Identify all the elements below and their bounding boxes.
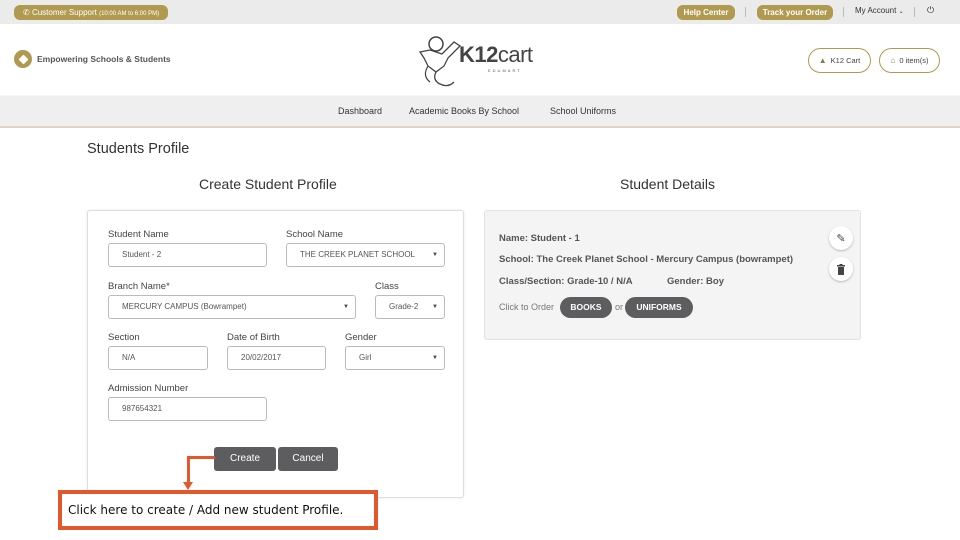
detail-school: School: The Creek Planet School - Mercur…	[499, 254, 794, 265]
support-hours: (10:00 AM to 6:00 PM)	[99, 11, 160, 17]
caret-down-icon: ▼	[432, 304, 438, 310]
chevron-down-icon: ⌄	[898, 9, 904, 15]
annotation-arrow-shaft	[187, 456, 190, 484]
page-title: Students Profile	[87, 141, 190, 157]
support-label: Customer Support	[31, 8, 97, 17]
annotation-callout: Click here to create / Add new student P…	[58, 490, 378, 530]
branch-name-label: Branch Name*	[108, 281, 170, 292]
my-account-label: My Account	[855, 6, 897, 15]
admission-number-value: 987654321	[122, 404, 163, 413]
section-label: Section	[108, 332, 140, 343]
track-order-button[interactable]: Track your Order	[757, 5, 833, 20]
user-icon: ▲	[818, 56, 827, 65]
school-name-value: THE CREEK PLANET SCHOOL	[300, 250, 415, 259]
top-bar: ✆ Customer Support (10:00 AM to 6:00 PM)…	[0, 0, 960, 24]
branch-name-select[interactable]: MERCURY CAMPUS (Bowrampet) ▼	[108, 295, 356, 319]
cart-items-label: 0 item(s)	[899, 56, 929, 65]
dob-input[interactable]: 20/02/2017	[227, 346, 326, 370]
branch-name-value: MERCURY CAMPUS (Bowrampet)	[122, 302, 247, 311]
logo-text-bold: K12	[459, 42, 498, 67]
caret-down-icon: ▼	[432, 252, 438, 258]
create-button[interactable]: Create	[214, 447, 276, 471]
school-name-select[interactable]: THE CREEK PLANET SCHOOL ▼	[286, 243, 445, 267]
student-name-value: Student - 2	[122, 250, 162, 259]
compass-icon	[14, 50, 32, 68]
divider	[914, 7, 915, 17]
caret-down-icon: ▼	[432, 355, 438, 361]
logo-text-light: cart	[497, 42, 533, 67]
annotation-arrow	[187, 456, 215, 459]
power-icon[interactable]: ⏻	[927, 5, 934, 16]
create-profile-title: Create Student Profile	[199, 176, 337, 192]
or-text: or	[615, 302, 624, 312]
k12-cart-account-button[interactable]: ▲ K12 Cart	[808, 48, 871, 73]
admission-number-label: Admission Number	[108, 383, 189, 394]
gender-select[interactable]: Girl ▼	[345, 346, 445, 370]
student-name-input[interactable]: Student - 2	[108, 243, 267, 267]
admission-number-input[interactable]: 987654321	[108, 397, 267, 421]
caret-down-icon: ▼	[343, 304, 349, 310]
divider	[843, 7, 844, 17]
trash-icon[interactable]	[829, 257, 853, 281]
gender-value: Girl	[359, 353, 372, 362]
help-center-button[interactable]: Help Center	[677, 5, 735, 20]
nav-academic-books[interactable]: Academic Books By School	[409, 106, 519, 116]
nav-school-uniforms[interactable]: School Uniforms	[550, 106, 616, 116]
section-value: N/A	[122, 353, 136, 362]
order-uniforms-button[interactable]: UNIFORMS	[625, 297, 693, 318]
arrow-down-icon	[183, 482, 193, 490]
section-input[interactable]: N/A	[108, 346, 208, 370]
school-name-label: School Name	[286, 229, 344, 240]
trash-glyph	[837, 263, 845, 275]
order-prompt: Click to Order	[499, 302, 555, 312]
detail-class-section: Class/Section: Grade-10 / N/A	[499, 276, 633, 287]
my-account-menu[interactable]: My Account ⌄	[855, 6, 904, 15]
nav-dashboard[interactable]: Dashboard	[338, 106, 382, 116]
tagline: Empowering Schools & Students	[14, 50, 171, 68]
tagline-text: Empowering Schools & Students	[37, 54, 171, 64]
customer-support-badge[interactable]: ✆ Customer Support (10:00 AM to 6:00 PM)	[14, 5, 169, 20]
cancel-button[interactable]: Cancel	[278, 447, 338, 471]
class-select[interactable]: Grade-2 ▼	[375, 295, 445, 319]
mascot-icon	[418, 36, 462, 87]
student-details-title: Student Details	[620, 176, 715, 192]
main-nav: Dashboard Academic Books By School Schoo…	[0, 95, 960, 128]
cart-user-label: K12 Cart	[830, 56, 861, 65]
detail-gender: Gender: Boy	[667, 276, 725, 287]
gender-label: Gender	[345, 332, 377, 343]
dob-label: Date of Birth	[227, 332, 280, 343]
dob-value: 20/02/2017	[241, 353, 282, 362]
logo-text: K12cart	[459, 42, 533, 68]
class-value: Grade-2	[389, 302, 419, 311]
student-name-label: Student Name	[108, 229, 169, 240]
detail-name: Name: Student - 1	[499, 233, 580, 244]
create-profile-form: Student Name Student - 2 School Name THE…	[87, 210, 464, 498]
logo-subtitle: EDUMART	[488, 68, 522, 73]
phone-icon: ✆	[23, 8, 30, 17]
student-details-card: Name: Student - 1 School: The Creek Plan…	[484, 210, 861, 340]
cart-button[interactable]: ⌂ 0 item(s)	[879, 48, 940, 73]
divider	[745, 7, 746, 17]
order-books-button[interactable]: BOOKS	[560, 297, 612, 318]
k12cart-logo[interactable]: K12cart EDUMART	[414, 32, 540, 90]
class-label: Class	[375, 281, 399, 292]
edit-icon[interactable]: ✎	[829, 226, 853, 250]
basket-icon: ⌂	[890, 56, 896, 65]
